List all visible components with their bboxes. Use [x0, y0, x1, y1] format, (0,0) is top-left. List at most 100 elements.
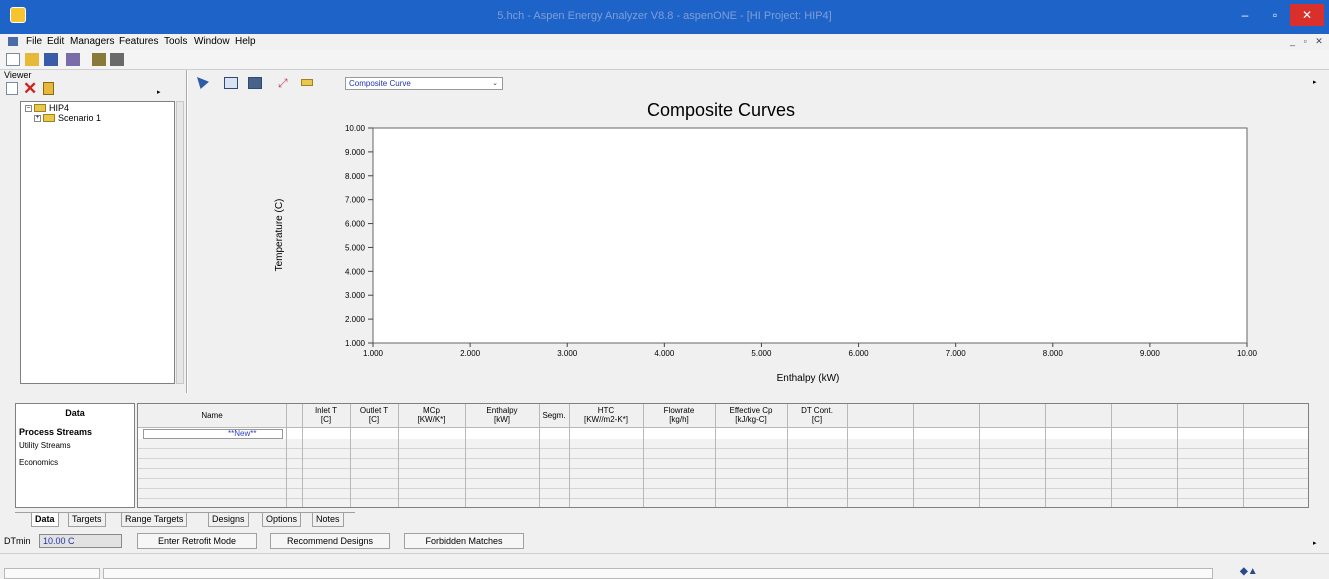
x-tick-label: 8.000 [1043, 349, 1064, 358]
y-tick-label: 2.000 [345, 315, 366, 324]
expand-arrow-icon[interactable]: ▸ [1313, 78, 1317, 86]
composite-curves-chart: Composite Curves 1.000 2.000 3.000 4.000 5.0… [274, 100, 1258, 384]
data-item-process-streams[interactable]: Process Streams [19, 427, 92, 437]
x-tick-label: 4.000 [654, 349, 675, 358]
column-header-unit: [kg/h] [669, 415, 689, 424]
viewer-scrollbar[interactable] [176, 101, 184, 384]
column-header[interactable]: Outlet T [C] [350, 406, 398, 424]
new-file-icon[interactable] [6, 53, 20, 66]
x-tick-label: 3.000 [557, 349, 578, 358]
doc-menu-icon[interactable] [8, 37, 18, 46]
new-row-placeholder[interactable]: **New** [228, 429, 256, 438]
project-icon[interactable] [92, 53, 106, 66]
save-icon[interactable] [44, 53, 58, 66]
column-header[interactable]: Flowrate [kg/h] [643, 406, 715, 424]
chart-table-icon[interactable] [248, 77, 262, 89]
y-tick-label: 7.000 [345, 196, 366, 205]
curve-type-select[interactable]: Composite Curve ⌄ [345, 77, 503, 90]
chevron-down-icon[interactable]: ⌄ [492, 78, 498, 89]
column-header[interactable]: Segm. [539, 406, 569, 420]
y-tick-label: 1.000 [345, 339, 366, 348]
column-header-unit: [KW/K*] [417, 415, 446, 424]
menu-window[interactable]: Window [194, 36, 230, 47]
enter-retrofit-mode-button[interactable]: Enter Retrofit Mode [137, 533, 257, 549]
close-button[interactable]: ✕ [1290, 4, 1324, 26]
new-case-icon[interactable] [6, 82, 18, 95]
column-header-title: DT Cont. [801, 406, 833, 415]
curve-type-value: Composite Curve [349, 79, 411, 88]
column-header[interactable]: DT Cont. [C] [787, 406, 847, 424]
expand-arrow-icon[interactable]: ▸ [1313, 539, 1317, 547]
forbidden-matches-button[interactable]: Forbidden Matches [404, 533, 524, 549]
column-header[interactable]: Enthalpy [kW] [465, 406, 539, 424]
dtmin-input[interactable]: 10.00 C [39, 534, 122, 548]
data-panel-header: Data [65, 408, 85, 418]
column-divider [913, 404, 914, 507]
y-tick-label: 5.000 [345, 243, 366, 252]
solver-status-icon[interactable]: ◆▲ [1240, 566, 1258, 577]
open-plot-icon[interactable] [301, 79, 313, 86]
minimize-button[interactable]: – [1232, 4, 1258, 26]
menu-file[interactable]: File [26, 36, 42, 47]
column-header[interactable]: Name [138, 406, 286, 420]
column-header[interactable]: HTC [KW//m2-K*] [569, 406, 643, 424]
column-header-title: Flowrate [663, 406, 695, 415]
y-tick-label: 6.000 [345, 220, 366, 229]
data-item-utility-streams[interactable]: Utility Streams [19, 441, 71, 450]
column-header[interactable]: Effective Cp [kJ/kg-C] [715, 406, 787, 424]
tab-designs[interactable]: Designs [208, 513, 249, 527]
x-tick-label: 10.00 [1237, 349, 1258, 358]
tab-options[interactable]: Options [262, 513, 302, 527]
tree-item-root[interactable]: HIP4 [49, 103, 69, 113]
tab-data[interactable]: Data [31, 513, 59, 527]
window-title: 5.hch - Aspen Energy Analyzer V8.8 - asp… [497, 10, 832, 22]
column-divider [1111, 404, 1112, 507]
tree-item-scenario[interactable]: Scenario 1 [58, 113, 101, 123]
copy-icon[interactable] [43, 82, 54, 95]
recommend-designs-button[interactable]: Recommend Designs [270, 533, 390, 549]
managers-icon[interactable] [66, 53, 80, 66]
open-folder-icon[interactable] [25, 53, 39, 66]
chart-properties-icon[interactable] [224, 77, 238, 89]
new-row-name-cell[interactable] [143, 429, 283, 439]
menu-features[interactable]: Features [119, 36, 158, 47]
column-header[interactable]: MCp [KW/K*] [398, 406, 465, 424]
folder-icon [43, 114, 55, 122]
column-header-title: Inlet T [314, 406, 338, 415]
new-row[interactable] [138, 428, 1308, 439]
collapse-toggle-icon[interactable]: – [25, 105, 32, 112]
status-field [4, 568, 100, 579]
data-nav-list [15, 403, 135, 508]
y-axis-label: Temperature (C) [274, 199, 285, 272]
x-tick-label: 1.000 [363, 349, 384, 358]
expand-toggle-icon[interactable]: + [34, 115, 41, 122]
column-header[interactable]: Inlet T [C] [302, 406, 350, 424]
column-header-title: Effective Cp [729, 406, 773, 415]
column-divider [979, 404, 980, 507]
menu-help[interactable]: Help [235, 36, 256, 47]
column-divider [847, 404, 848, 507]
process-streams-grid: **New** Name Inlet T [C] Outlet T [C] MCp [KW/… [137, 403, 1309, 508]
tab-targets[interactable]: Targets [68, 513, 106, 527]
column-header-unit: [KW//m2-K*] [583, 415, 628, 424]
tab-range-targets[interactable]: Range Targets [121, 513, 188, 527]
grid-empty-rows [138, 439, 1308, 507]
project-tree [20, 101, 175, 384]
data-item-economics[interactable]: Economics [19, 458, 58, 467]
menu-edit[interactable]: Edit [47, 36, 64, 47]
tab-notes[interactable]: Notes [312, 513, 344, 527]
column-header-title: HTC [597, 406, 615, 415]
delete-icon[interactable]: ✕ [23, 79, 37, 99]
mdi-window-buttons[interactable]: _ ▫ ✕ [1290, 36, 1326, 47]
x-tick-label: 6.000 [849, 349, 870, 358]
zoom-icon[interactable]: ⤢ [278, 76, 288, 91]
x-tick-label: 9.000 [1140, 349, 1161, 358]
folder-icon [34, 104, 46, 112]
expand-arrow-icon[interactable]: ▸ [157, 88, 161, 96]
workspace-icon[interactable] [110, 53, 124, 66]
menu-tools[interactable]: Tools [164, 36, 187, 47]
x-tick-label: 7.000 [946, 349, 967, 358]
y-tick-label: 4.000 [345, 267, 366, 276]
maximize-button[interactable]: ▫ [1262, 4, 1288, 26]
menu-managers[interactable]: Managers [70, 36, 114, 47]
